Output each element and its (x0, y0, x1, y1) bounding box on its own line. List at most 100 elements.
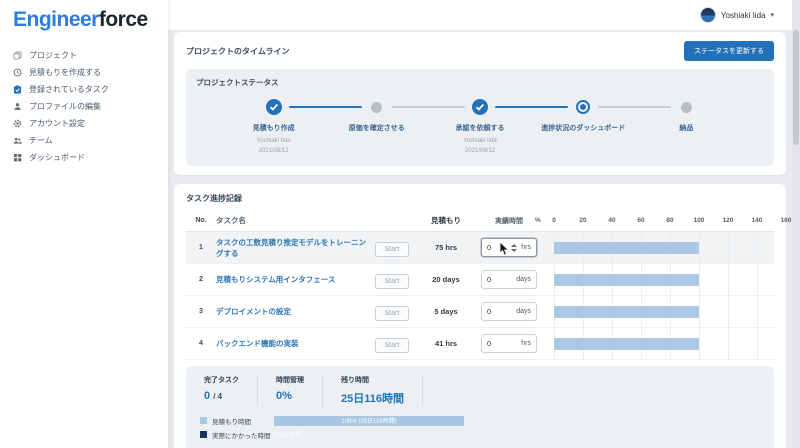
chevron-down-icon: ▾ (770, 11, 774, 19)
sidebar-item-team[interactable]: チーム (0, 132, 168, 149)
timeline-card-header: プロジェクトのタイムライン ステータスを更新する (186, 41, 774, 61)
sidebar-item-account-settings[interactable]: アカウント設定 (0, 115, 168, 132)
axis-tick: 120 (723, 217, 734, 224)
app-window: Engineerforce プロジェクト 見積もりを作成する 登録されているタス… (0, 0, 800, 448)
input-unit: hrs (521, 340, 531, 347)
person-icon (13, 98, 29, 116)
project-status-panel: プロジェクトステータス 見積もり作成 Yoshiaki Iida 2021/09… (186, 69, 774, 166)
step-date: 2021/09/12 (222, 147, 325, 157)
start-button[interactable]: Start (375, 306, 410, 321)
step-meta: Yoshiaki Iida 2021/09/12 (222, 137, 325, 156)
sidebar-item-label: ダッシュボード (29, 152, 85, 163)
axis-tick: 60 (637, 217, 644, 224)
sidebar-item-create-estimate[interactable]: 見積もりを作成する (0, 64, 168, 81)
topbar: Yoshiaki Iida ▾ (168, 0, 800, 30)
task-name-link[interactable]: バックエンド機能の実装 (216, 339, 299, 348)
actual-hours-input[interactable]: 0 days (481, 270, 537, 289)
vertical-scrollbar (792, 0, 800, 448)
sidebar-item-label: 見積もりを作成する (29, 67, 101, 78)
task-estimate: 5 days (418, 307, 474, 316)
task-estimate: 20 days (418, 275, 474, 284)
update-status-button[interactable]: ステータスを更新する (684, 41, 774, 61)
sidebar-item-projects[interactable]: プロジェクト (0, 47, 168, 64)
timeline-card: プロジェクトのタイムライン ステータスを更新する プロジェクトステータス 見積も… (174, 32, 786, 175)
legend-label: 実際にかかった時間 (212, 430, 274, 440)
sidebar-item-label: 登録されているタスク (29, 84, 109, 95)
user-avatar (700, 7, 716, 23)
scrollbar-thumb[interactable] (793, 30, 799, 145)
stat-total: / 4 (213, 392, 222, 401)
step-meta (325, 137, 428, 153)
estimate-bar (554, 242, 699, 254)
number-stepper-icon[interactable] (511, 244, 517, 252)
status-panel-title: プロジェクトステータス (196, 77, 764, 88)
logo-text-primary: Engineer (13, 8, 99, 31)
total-estimate-bar: 100% (25日116時間) (274, 416, 464, 426)
progress-track (544, 232, 774, 263)
axis-tick: 140 (752, 217, 763, 224)
step-delivery: 納品 (635, 98, 738, 156)
estimate-bar (554, 274, 699, 286)
table-header: No. タスク名 見積もり 実績時間 % 0 20 40 60 80 100 1… (186, 210, 774, 232)
task-name-link[interactable]: タスクの工数見積り推定モデルをトレーニングする (216, 238, 366, 258)
step-label: 納品 (635, 123, 738, 133)
gear-icon (13, 115, 29, 133)
user-menu[interactable]: Yoshiaki Iida ▾ (700, 7, 774, 23)
column-actual: 実績時間 (474, 216, 544, 226)
status-stepper: 見積もり作成 Yoshiaki Iida 2021/09/12 原価を確定させる (196, 98, 764, 156)
stat-label: 残り時間 (341, 375, 404, 385)
estimate-swatch-icon (200, 417, 207, 424)
sidebar-item-registered-tasks[interactable]: 登録されているタスク (0, 81, 168, 98)
legend-row-estimate: 見積もり時間 100% (25日116時間) (200, 415, 760, 426)
task-row: 2 見積もりシステム用インタフェース Start 20 days 0 days (186, 264, 774, 296)
axis-tick: 0 (552, 217, 556, 224)
actual-hours-input[interactable]: 0 hrs (481, 238, 537, 257)
content-column: Yoshiaki Iida ▾ プロジェクトのタイムライン ステータスを更新する… (168, 0, 800, 448)
step-date: 2021/09/12 (428, 147, 531, 157)
actual-hours-input[interactable]: 0 hrs (481, 334, 537, 353)
input-unit: hrs (521, 244, 531, 251)
stat-value: 0 (204, 390, 210, 402)
legend: 見積もり時間 100% (25日116時間) 実際にかかった時間 0% (0時間… (200, 415, 760, 440)
input-value: 0 (487, 243, 511, 252)
progress-track (544, 264, 774, 295)
start-button[interactable]: Start (375, 338, 410, 353)
stat-completed-tasks: 完了タスク 0 / 4 (200, 375, 258, 406)
legend-label: 見積もり時間 (212, 416, 274, 426)
task-name-link[interactable]: デプロイメントの設定 (216, 307, 291, 316)
task-no: 1 (186, 244, 216, 251)
step-pending-icon (635, 98, 738, 116)
legend-row-actual: 実際にかかった時間 0% (0時間) (200, 429, 760, 440)
sidebar-item-edit-profile[interactable]: プロファイルの編集 (0, 98, 168, 115)
projects-icon (13, 47, 29, 65)
stat-value: 0% (276, 390, 304, 402)
task-no: 2 (186, 276, 216, 283)
input-value: 0 (487, 275, 516, 284)
estimate-bar (554, 338, 699, 350)
axis-tick: 80 (666, 217, 673, 224)
task-estimate: 41 hrs (418, 339, 474, 348)
axis-tick: 20 (579, 217, 586, 224)
sidebar-item-label: プロジェクト (29, 50, 77, 61)
actual-hours-input[interactable]: 0 days (481, 302, 537, 321)
axis-tick: 40 (608, 217, 615, 224)
input-value: 0 (487, 339, 521, 348)
estimate-clock-icon (13, 64, 29, 82)
task-row: 1 タスクの工数見積り推定モデルをトレーニングする Start 75 hrs 0… (186, 232, 774, 264)
start-button[interactable]: Start (375, 242, 410, 257)
axis-tick: 160 (781, 217, 792, 224)
sidebar-item-dashboard[interactable]: ダッシュボード (0, 149, 168, 166)
axis-tick: 100 (694, 217, 705, 224)
task-row: 4 バックエンド機能の実装 Start 41 hrs 0 hrs (186, 328, 774, 360)
task-no: 3 (186, 308, 216, 315)
column-estimate: 見積もり (418, 215, 474, 226)
step-meta (532, 137, 635, 153)
task-estimate: 75 hrs (418, 243, 474, 252)
sidebar: Engineerforce プロジェクト 見積もりを作成する 登録されているタス… (0, 0, 168, 448)
summary-stats: 完了タスク 0 / 4 時間管理 0% 残り時間 25日116時間 (200, 375, 760, 406)
sidebar-item-label: アカウント設定 (29, 118, 85, 129)
sidebar-item-label: プロファイルの編集 (29, 101, 101, 112)
start-button[interactable]: Start (375, 274, 410, 289)
progress-track (544, 296, 774, 327)
task-name-link[interactable]: 見積もりシステム用インタフェース (216, 275, 335, 284)
